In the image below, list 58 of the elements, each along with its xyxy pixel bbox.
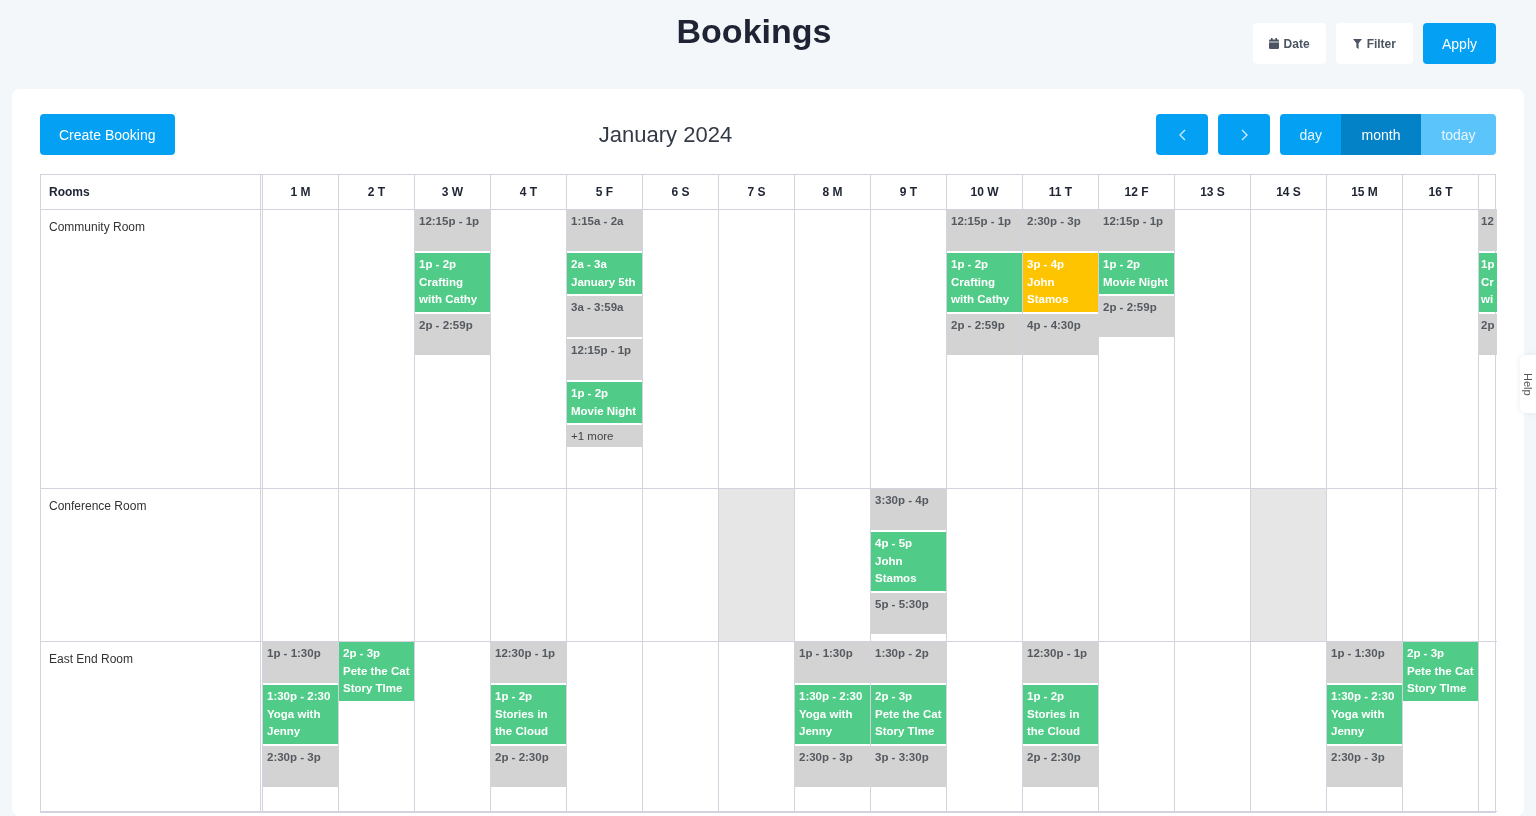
page-title: Bookings: [676, 11, 832, 52]
available-slot[interactable]: 12:15p - 1p: [415, 210, 490, 251]
available-slot[interactable]: 3a - 3:59a: [567, 296, 642, 337]
available-slot[interactable]: 12:30p - 1p: [1023, 642, 1098, 683]
chevron-left-icon: [1178, 128, 1186, 141]
filter-icon: [1352, 38, 1362, 49]
available-slot[interactable]: 12:30p - 1p: [491, 642, 566, 683]
day-header: 13 S: [1175, 175, 1251, 210]
next-button[interactable]: [1218, 114, 1271, 155]
date-button[interactable]: Date: [1252, 23, 1326, 64]
room-name: Community Room: [49, 220, 146, 234]
available-slot[interactable]: 12:15p - 1p: [567, 339, 642, 380]
create-booking-button[interactable]: Create Booking: [40, 114, 175, 155]
available-slot[interactable]: 2p - 2:59p: [947, 313, 1022, 355]
more-link[interactable]: +1 more: [567, 425, 642, 447]
day-header: 14 S: [1251, 175, 1327, 210]
column-header: Rooms: [41, 175, 263, 210]
view-tab[interactable]: day: [1280, 114, 1341, 155]
available-slot[interactable]: 1:15a - 2a: [567, 210, 642, 251]
room-name: Conference Room: [49, 499, 147, 513]
available-slot[interactable]: 1p - 1:30p: [795, 642, 870, 683]
calendar-icon: [1268, 38, 1279, 49]
available-slot[interactable]: 12:15p - 1p: [1099, 210, 1174, 251]
available-slot[interactable]: 3p - 3:30p: [871, 745, 946, 787]
apply-button[interactable]: Apply: [1422, 23, 1496, 64]
available-slot[interactable]: 1p - 1:30p: [263, 642, 338, 683]
available-slot[interactable]: 2:30p - 3p: [1327, 745, 1402, 787]
available-slot[interactable]: 2:30p - 3p: [263, 745, 338, 787]
day-header: 6 S: [643, 175, 719, 210]
available-slot[interactable]: 1p - 1:30p: [1327, 642, 1402, 683]
available-slot[interactable]: 5p - 5:30p: [871, 592, 946, 634]
day-header: 8 M: [795, 175, 871, 210]
available-slot[interactable]: 1:30p - 2p: [871, 642, 946, 683]
available-slot[interactable]: 3:30p - 4p: [871, 489, 946, 530]
day-header: 1 M: [263, 175, 339, 210]
filter-button[interactable]: Filter: [1335, 23, 1413, 64]
chevron-right-icon: [1240, 128, 1248, 141]
view-tab[interactable]: month: [1341, 114, 1421, 155]
help-tab[interactable]: Help: [1520, 355, 1536, 413]
available-slot[interactable]: 2p - 2:30p: [1023, 745, 1098, 787]
available-slot[interactable]: 12: [1479, 210, 1497, 251]
day-header: 2 T: [339, 175, 415, 210]
day-header: 16 T: [1403, 175, 1479, 210]
available-slot[interactable]: 2p: [1479, 313, 1497, 355]
room-name: East End Room: [49, 652, 134, 666]
previous-button[interactable]: [1156, 114, 1209, 155]
month-title: January 2024: [597, 121, 734, 148]
day-header: 7 S: [719, 175, 795, 210]
available-slot[interactable]: 2:30p - 3p: [1023, 210, 1098, 251]
available-slot[interactable]: 2p - 2:59p: [415, 313, 490, 355]
day-header: 9 T: [871, 175, 947, 210]
available-slot[interactable]: 12:15p - 1p: [947, 210, 1022, 251]
available-slot[interactable]: 2p - 2:59p: [1099, 296, 1174, 337]
available-slot[interactable]: 4p - 4:30p: [1023, 313, 1098, 355]
available-slot[interactable]: 2:30p - 3p: [795, 745, 870, 787]
day-header: 4 T: [491, 175, 567, 210]
day-header: 15 M: [1327, 175, 1403, 210]
available-slot[interactable]: 2p - 2:30p: [491, 745, 566, 787]
